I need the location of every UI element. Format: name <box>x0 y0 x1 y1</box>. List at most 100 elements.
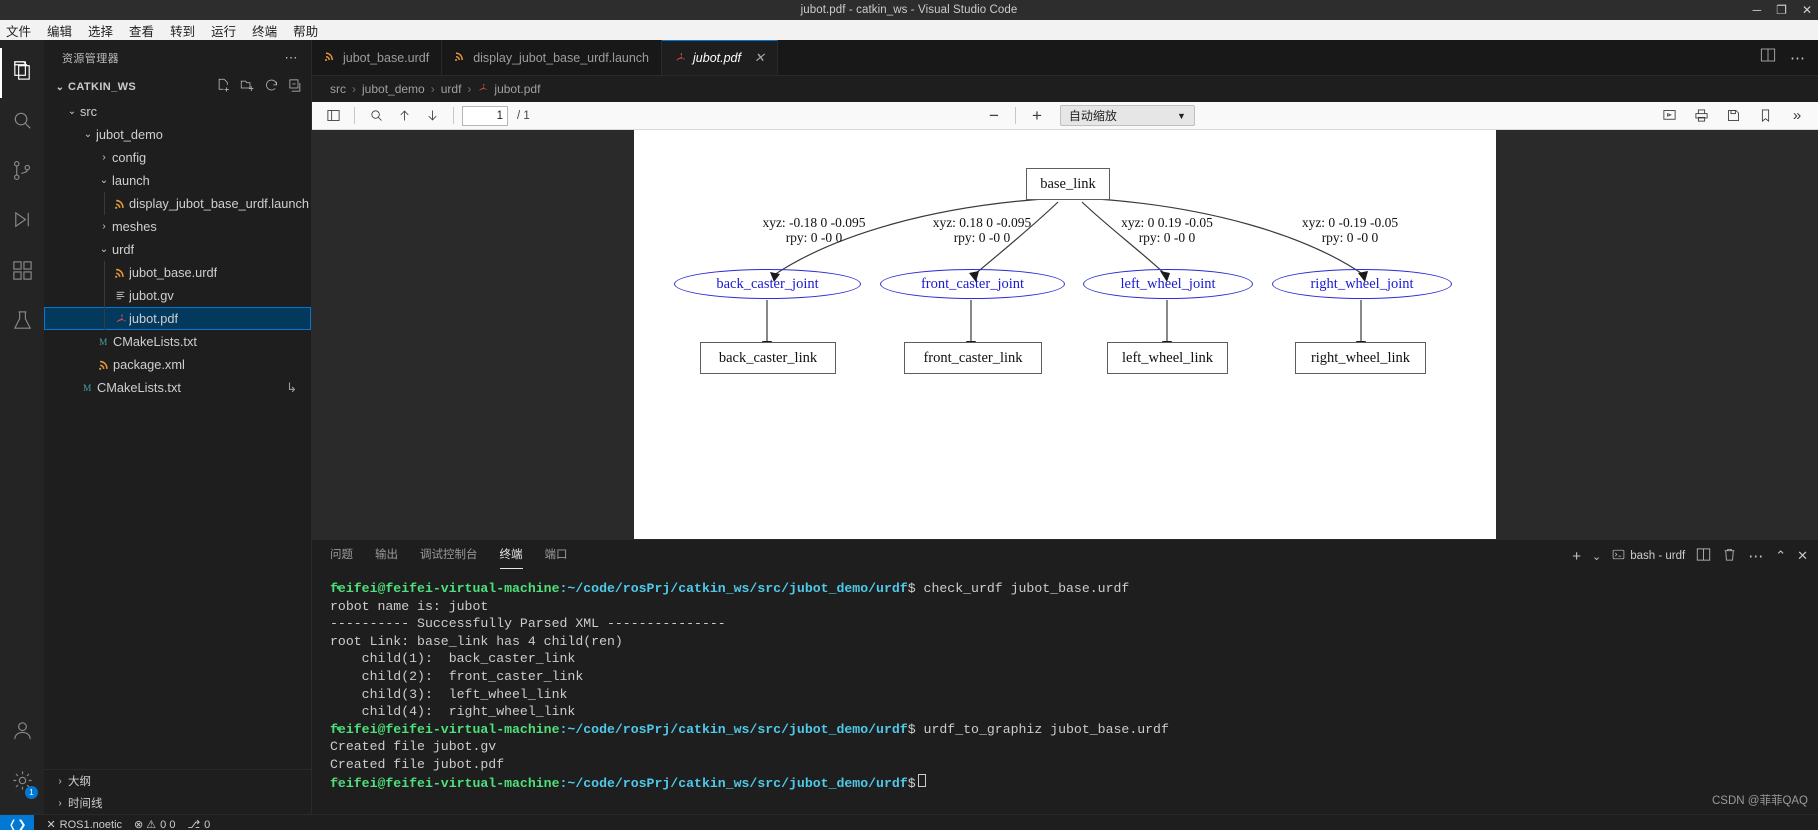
account-button[interactable] <box>0 708 44 758</box>
split-editor-icon[interactable] <box>1760 47 1776 68</box>
menu-file[interactable]: 文件 <box>6 21 31 40</box>
activity-bar: 1 <box>0 40 44 814</box>
tree-item-cmakelists-outer[interactable]: M CMakeLists.txt ↳ <box>44 376 311 399</box>
graph-node-left-wheel-link: left_wheel_link <box>1107 342 1228 374</box>
status-ros-distro[interactable]: ✕ ROS1.noetic <box>46 818 122 830</box>
panel-tab-ports[interactable]: 端口 <box>545 546 568 566</box>
tree-item-jubot-base-urdf[interactable]: jubot_base.urdf <box>44 261 311 284</box>
page-down-icon[interactable] <box>419 105 445 127</box>
split-terminal-icon[interactable] <box>1696 547 1711 565</box>
more-actions-icon[interactable]: ⋯ <box>1748 547 1764 565</box>
panel-tab-terminal[interactable]: 终端 <box>499 546 523 569</box>
menu-view[interactable]: 查看 <box>129 21 154 40</box>
tab-label: jubot_base.urdf <box>343 50 430 65</box>
tab-display-jubot-base-urdf-launch[interactable]: display_jubot_base_urdf.launch <box>442 40 663 75</box>
edge-xyz: xyz: 0 -0.19 -0.05 <box>1301 215 1399 230</box>
page-up-icon[interactable] <box>391 105 417 127</box>
tree-item-src[interactable]: ⌄ src <box>44 100 311 123</box>
save-icon[interactable] <box>1720 105 1746 127</box>
panel-tab-problems[interactable]: 问题 <box>330 546 353 566</box>
bookmark-icon[interactable] <box>1752 105 1778 127</box>
menu-edit[interactable]: 编辑 <box>47 21 72 40</box>
outline-section[interactable]: › 大纲 <box>44 770 311 792</box>
editor-actions: ⋯ <box>1748 40 1818 75</box>
command-status-bullet: ○ <box>336 776 342 787</box>
refresh-icon[interactable] <box>264 78 279 96</box>
page-number-input[interactable]: 1 <box>462 105 508 126</box>
zoom-in-button[interactable]: + <box>1024 105 1050 127</box>
menu-selection[interactable]: 选择 <box>88 21 113 40</box>
chevron-down-icon[interactable]: ⌄ <box>1592 550 1601 563</box>
breadcrumb-jubot-demo[interactable]: jubot_demo <box>362 82 425 96</box>
pdf-canvas[interactable]: base_link xyz: -0.18 0 -0.095 rpy: 0 -0 … <box>312 130 1818 539</box>
more-actions-icon[interactable]: ⋯ <box>1790 49 1806 67</box>
menu-go[interactable]: 转到 <box>170 21 195 40</box>
panel-tab-debug-console[interactable]: 调试控制台 <box>420 546 478 566</box>
status-ports[interactable]: ⎇ 0 <box>187 818 210 830</box>
sidebar-item-search[interactable] <box>0 98 44 148</box>
maximize-button[interactable]: ❐ <box>1776 4 1787 16</box>
zoom-out-button[interactable]: − <box>981 105 1007 127</box>
terminal-selector[interactable]: bash - urdf <box>1612 548 1685 564</box>
close-panel-icon[interactable]: ✕ <box>1797 548 1808 564</box>
tree-item-config[interactable]: › config <box>44 146 311 169</box>
sidebar-item-source-control[interactable] <box>0 148 44 198</box>
breadcrumb-src[interactable]: src <box>330 82 346 96</box>
workbench: 1 资源管理器 ⋯ ⌄ CATKIN_WS ⌄ src ⌄ jubot_demo… <box>0 40 1818 814</box>
sidebar-item-extensions[interactable] <box>0 248 44 298</box>
new-folder-icon[interactable] <box>240 78 255 96</box>
status-problems[interactable]: ⊗ ⚠ 0 0 <box>134 818 175 830</box>
close-button[interactable]: ✕ <box>1802 4 1812 16</box>
edge-rpy: rpy: 0 -0 0 <box>953 230 1011 245</box>
minimize-button[interactable]: ─ <box>1753 4 1762 16</box>
tree-item-urdf[interactable]: ⌄ urdf <box>44 238 311 261</box>
urdf-graph: base_link xyz: -0.18 0 -0.095 rpy: 0 -0 … <box>634 130 1496 539</box>
tree-item-label: urdf <box>112 242 135 257</box>
terminal-output[interactable]: ● feifei@feifei-virtual-machine:~/code/r… <box>312 572 1818 814</box>
breadcrumb-urdf[interactable]: urdf <box>441 82 462 96</box>
workspace-root-label: CATKIN_WS <box>68 81 137 93</box>
graph-node-right-wheel-joint: right_wheel_joint <box>1272 269 1452 299</box>
tools-icon[interactable]: » <box>1784 105 1810 127</box>
sidebar-item-explorer[interactable] <box>0 48 44 98</box>
sidebar-item-testing[interactable] <box>0 298 44 348</box>
timeline-section[interactable]: › 时间线 <box>44 792 311 814</box>
status-label: 0 0 <box>160 818 176 830</box>
tab-jubot-pdf[interactable]: jubot.pdf ✕ <box>662 40 778 75</box>
maximize-panel-icon[interactable]: ⌃ <box>1775 548 1786 564</box>
tree-item-cmakelists-inner[interactable]: M CMakeLists.txt <box>44 330 311 353</box>
source-control-icon <box>11 159 34 187</box>
breadcrumb-jubot-pdf[interactable]: jubot.pdf <box>494 82 540 96</box>
sidebar-item-run-debug[interactable] <box>0 198 44 248</box>
xml-file-icon <box>96 357 113 372</box>
manage-settings-button[interactable]: 1 <box>0 758 44 808</box>
zoom-select[interactable]: 自动缩放 ▼ <box>1059 105 1195 126</box>
trash-icon[interactable] <box>1722 547 1737 565</box>
timeline-label: 时间线 <box>68 798 103 810</box>
menu-run[interactable]: 运行 <box>211 21 236 40</box>
tree-item-jubot-pdf[interactable]: jubot.pdf <box>44 307 311 330</box>
presentation-icon[interactable] <box>1656 105 1682 127</box>
tree-item-display-launch[interactable]: display_jubot_base_urdf.launch <box>44 192 311 215</box>
workspace-root-row[interactable]: ⌄ CATKIN_WS <box>44 75 311 99</box>
collapse-all-icon[interactable] <box>288 78 303 96</box>
tree-item-jubot-gv[interactable]: jubot.gv <box>44 284 311 307</box>
print-icon[interactable] <box>1688 105 1714 127</box>
panel-tab-output[interactable]: 输出 <box>375 546 398 566</box>
tab-jubot-base-urdf[interactable]: jubot_base.urdf <box>312 40 443 75</box>
tree-item-package-xml[interactable]: package.xml <box>44 353 311 376</box>
new-file-icon[interactable] <box>216 78 231 96</box>
menu-terminal[interactable]: 终端 <box>252 21 277 40</box>
tree-item-meshes[interactable]: › meshes <box>44 215 311 238</box>
menu-help[interactable]: 帮助 <box>293 21 318 40</box>
remote-indicator[interactable]: ❬❯ <box>0 814 35 830</box>
sidebar-toggle-icon[interactable] <box>320 105 346 127</box>
tab-close-icon[interactable]: ✕ <box>754 50 765 66</box>
search-icon[interactable] <box>363 105 389 127</box>
tree-item-jubot-demo[interactable]: ⌄ jubot_demo <box>44 123 311 146</box>
node-label: back_caster_link <box>718 349 818 366</box>
tree-item-launch[interactable]: ⌄ launch <box>44 169 311 192</box>
new-terminal-button[interactable]: + <box>1572 548 1581 565</box>
terminal-line: robot name is: jubot <box>330 598 489 614</box>
explorer-more-icon[interactable]: ⋯ <box>285 50 300 66</box>
